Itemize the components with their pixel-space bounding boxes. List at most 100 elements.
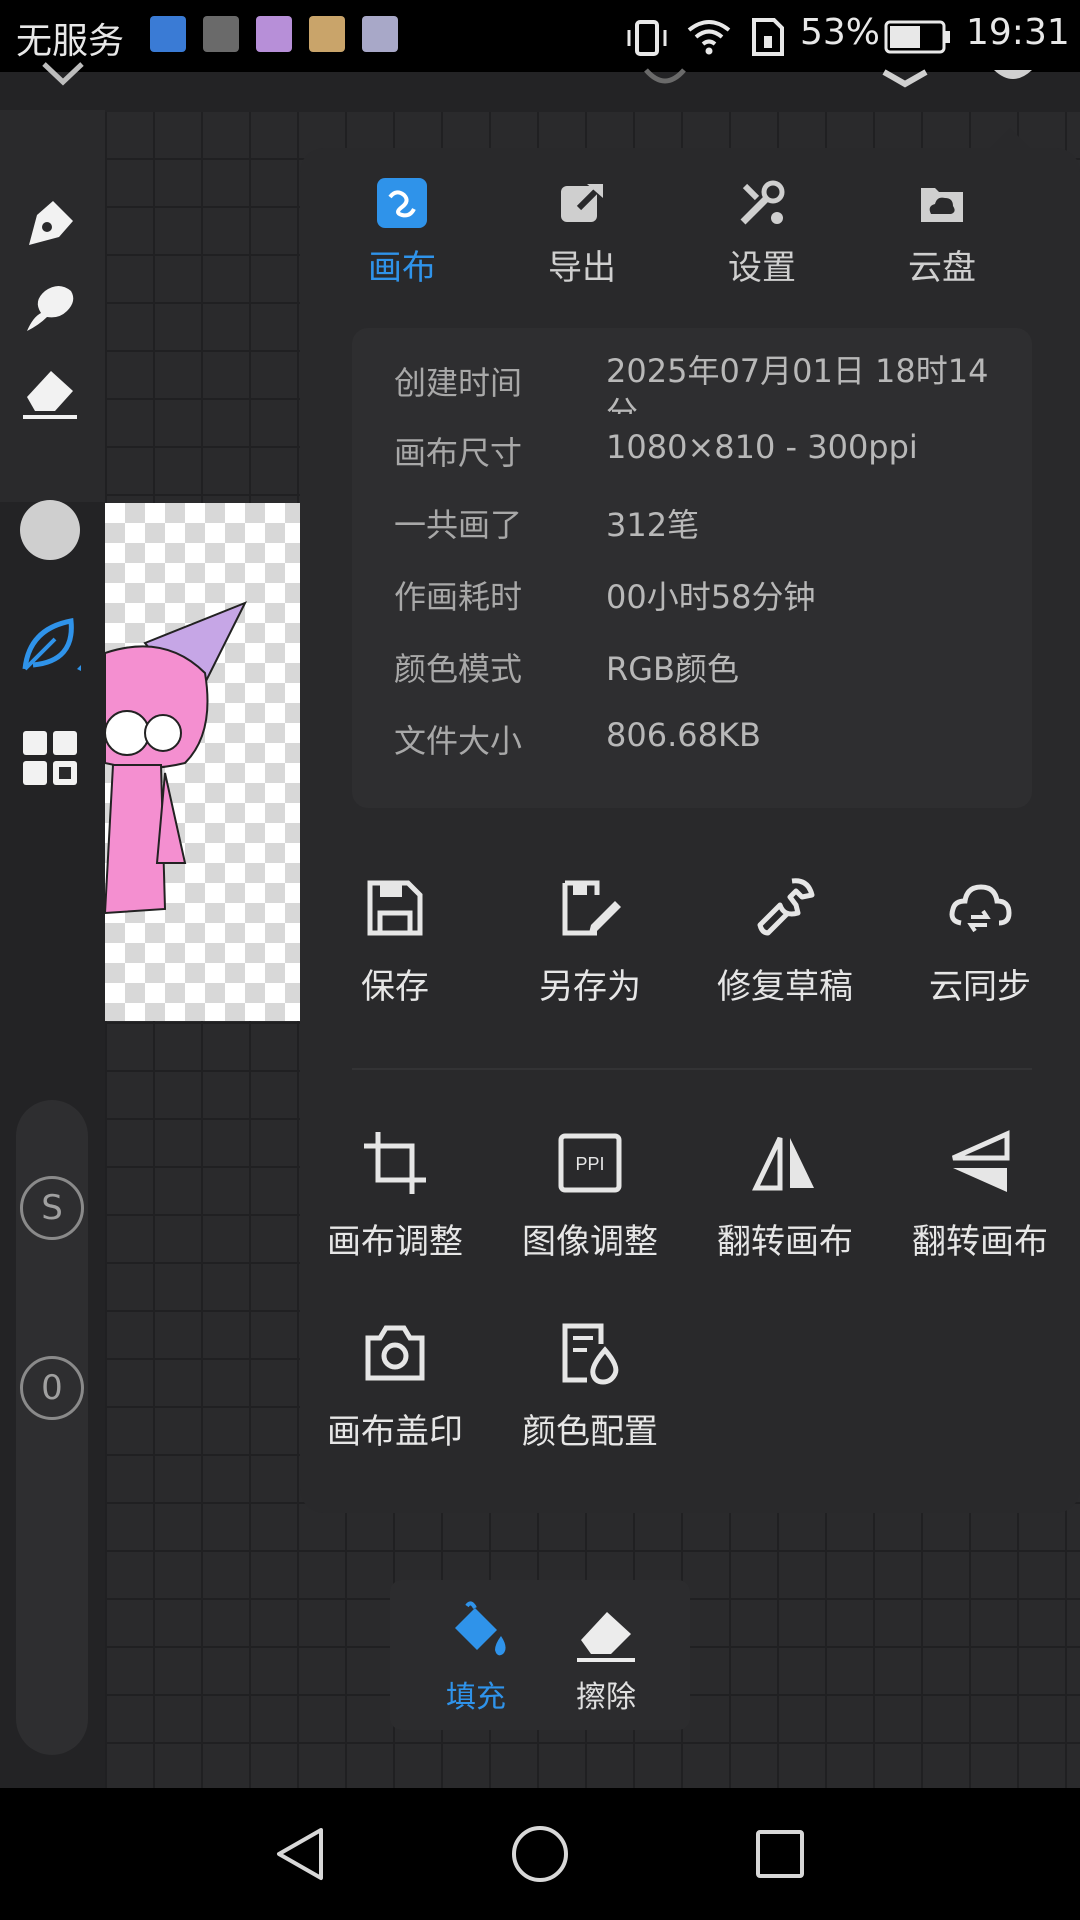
save-button[interactable]: 保存: [300, 873, 490, 1008]
action-label: 颜色配置: [522, 1412, 658, 1452]
action-label: 保存: [361, 967, 429, 1007]
color-profile-icon: [555, 1318, 625, 1388]
color-swatch-icon: [20, 500, 80, 560]
info-key: 颜色模式: [394, 650, 523, 688]
info-key: 画布尺寸: [394, 434, 523, 472]
top-toolbar: [0, 62, 1080, 112]
home-circle-icon: [512, 1826, 568, 1882]
tab-label: 画布: [368, 248, 436, 288]
action-label: 图像调整: [522, 1222, 658, 1262]
close-icon[interactable]: [38, 62, 88, 92]
opacity-button[interactable]: 0: [20, 1356, 84, 1420]
health-notification-icon: [150, 16, 186, 52]
canvas-icon: [377, 178, 427, 228]
eraser-icon: [571, 1600, 641, 1666]
wifi-icon: [687, 20, 731, 55]
flip-canvas-horizontal-button[interactable]: 翻转画布: [690, 1128, 880, 1263]
flip-canvas-vertical-button[interactable]: 翻转画布: [885, 1128, 1075, 1263]
pen-icon: [29, 201, 73, 245]
panel-pointer: [990, 128, 1030, 148]
ppi-badge: PPI: [575, 1154, 604, 1174]
tab-settings[interactable]: 设置: [682, 178, 842, 289]
tab-canvas[interactable]: 画布: [322, 178, 482, 289]
undo-icon[interactable]: [640, 66, 690, 88]
sim-icon: [752, 18, 784, 56]
info-row: 创建时间 2025年07月01日 18时14分: [394, 352, 1024, 418]
clock: 19:31: [966, 12, 1070, 53]
smudge-tool[interactable]: [18, 276, 82, 340]
canvas-menu-panel: 画布 导出 设置 云盘 创建时间 2025年07月01日 18时14分 画布尺寸…: [300, 148, 1080, 1513]
eraser-tool[interactable]: [18, 360, 82, 424]
canvas-adjust-button[interactable]: 画布调整: [300, 1128, 490, 1263]
recents-square-icon: [756, 1830, 804, 1878]
tab-cloud-drive[interactable]: 云盘: [862, 178, 1022, 289]
crop-icon: [360, 1128, 430, 1198]
artwork-preview[interactable]: [103, 503, 300, 1021]
carrier-text: 无服务: [16, 21, 125, 62]
gallery-tool[interactable]: [18, 726, 82, 790]
canvas-info-card: 创建时间 2025年07月01日 18时14分 画布尺寸 1080×810 - …: [352, 328, 1032, 808]
app-screen: 无服务 53% 19:31 S 0 画布 导出 设置 云盘 创建时间 2025年…: [0, 0, 1080, 1920]
erase-button[interactable]: 擦除: [546, 1600, 666, 1716]
zero-label: 0: [41, 1368, 63, 1408]
fill-erase-bar: 填充 擦除: [390, 1580, 690, 1730]
erase-label: 擦除: [576, 1680, 636, 1715]
app-notification-icon: [362, 16, 398, 52]
fill-button[interactable]: 填充: [416, 1600, 536, 1716]
navigation-bar: [0, 1788, 1080, 1920]
color-picker[interactable]: [18, 498, 82, 562]
save-as-icon: [555, 873, 625, 943]
menu-gear-icon[interactable]: [990, 66, 1036, 90]
status-bar: 无服务 53% 19:31: [0, 0, 1080, 72]
grid-icon: [23, 731, 77, 785]
wrench-icon: [750, 873, 820, 943]
image-adjust-button[interactable]: PPI 图像调整: [495, 1128, 685, 1263]
cloud-sync-button[interactable]: 云同步: [885, 873, 1075, 1008]
cloud-sync-icon: [945, 873, 1015, 943]
export-icon: [557, 178, 607, 228]
action-label: 修复草稿: [717, 967, 853, 1007]
tab-label: 设置: [728, 248, 796, 288]
back-button[interactable]: [270, 1824, 330, 1884]
save-as-button[interactable]: 另存为: [495, 873, 685, 1008]
info-row: 画布尺寸 1080×810 - 300ppi: [394, 428, 1024, 488]
info-value: 806.68KB: [606, 716, 761, 754]
canvas-stamp-button[interactable]: 画布盖印: [300, 1318, 490, 1453]
vibrate-icon: [627, 20, 667, 56]
fill-label: 填充: [446, 1680, 506, 1715]
color-profile-button[interactable]: 颜色配置: [495, 1318, 685, 1453]
battery-icon: [884, 20, 950, 54]
action-label: 翻转画布: [912, 1222, 1048, 1262]
pen-tool[interactable]: [18, 192, 82, 256]
info-key: 一共画了: [394, 506, 523, 544]
s-button[interactable]: S: [20, 1176, 84, 1240]
action-label: 画布调整: [327, 1222, 463, 1262]
flip-horizontal-icon: [750, 1128, 820, 1198]
home-button[interactable]: [510, 1824, 570, 1884]
cloud-drive-icon: [917, 178, 967, 228]
info-value: 2025年07月01日 18时14分: [606, 352, 989, 414]
tab-label: 云盘: [908, 248, 976, 288]
info-key: 创建时间: [394, 364, 523, 402]
info-key: 作画耗时: [394, 578, 523, 616]
info-value: 1080×810 - 300ppi: [606, 428, 918, 466]
tab-export[interactable]: 导出: [502, 178, 662, 289]
smudge-icon: [27, 286, 74, 331]
save-icon: [360, 873, 430, 943]
s-label: S: [41, 1188, 63, 1228]
recents-button[interactable]: [750, 1824, 810, 1884]
info-row: 文件大小 806.68KB: [394, 716, 1024, 776]
panel-divider: [352, 1068, 1032, 1070]
info-row: 一共画了 312笔: [394, 500, 1024, 560]
ppi-icon: PPI: [555, 1128, 625, 1198]
action-label: 另存为: [539, 967, 641, 1007]
info-row: 颜色模式 RGB颜色: [394, 644, 1024, 704]
info-value: RGB颜色: [606, 650, 739, 688]
info-value: 00小时58分钟: [606, 578, 816, 616]
eraser-icon: [23, 371, 77, 419]
layers-icon[interactable]: [880, 68, 930, 92]
repair-draft-button[interactable]: 修复草稿: [690, 873, 880, 1008]
app-notification-icon: [256, 16, 292, 52]
brush-select-tool[interactable]: [18, 612, 82, 676]
character-artwork: [103, 601, 248, 915]
